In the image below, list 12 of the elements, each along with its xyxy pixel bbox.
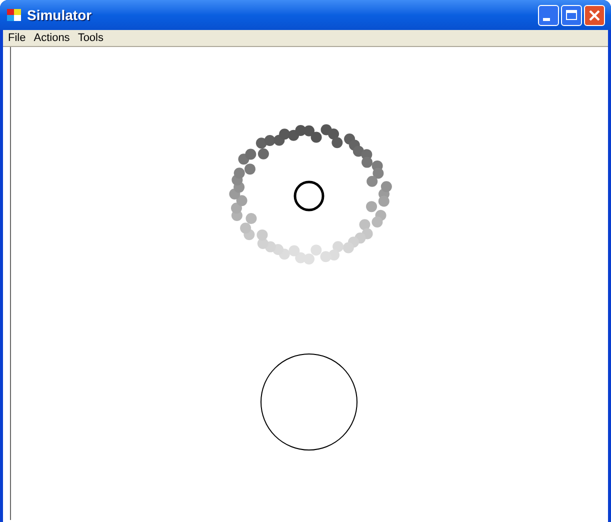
window-title: Simulator [27, 6, 92, 24]
close-button[interactable] [584, 4, 605, 26]
app-icon [6, 7, 22, 23]
minimize-button[interactable] [538, 4, 559, 26]
menu-item[interactable]: Actions [30, 32, 73, 44]
close-icon [589, 10, 600, 20]
small-circle [294, 180, 324, 212]
maximize-icon [566, 10, 577, 20]
maximize-button[interactable] [561, 4, 582, 26]
menu-item[interactable]: File [5, 32, 29, 44]
minimize-icon [543, 18, 550, 20]
menu-item[interactable]: Tools [74, 32, 106, 44]
